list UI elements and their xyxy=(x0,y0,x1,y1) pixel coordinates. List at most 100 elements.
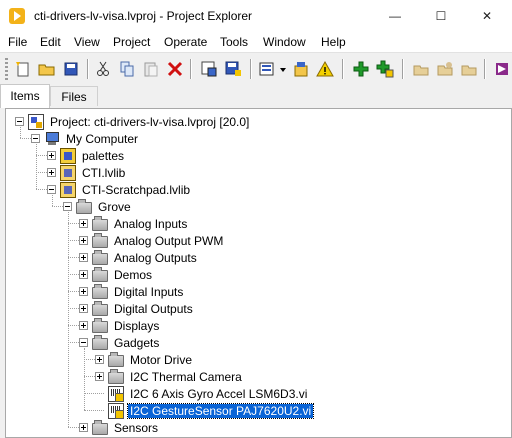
menu-tools[interactable]: Tools xyxy=(220,35,248,49)
toolbar-grip[interactable] xyxy=(5,58,8,80)
save-all-icon[interactable] xyxy=(62,60,80,78)
tree-item[interactable]: palettes xyxy=(60,147,126,164)
project-tree[interactable]: Project: cti-drivers-lv-visa.lvproj [20.… xyxy=(5,108,512,438)
tree-item[interactable]: My Computer xyxy=(44,130,140,147)
tree-item[interactable]: CTI.lvlib xyxy=(60,164,127,181)
toolbar-separator xyxy=(250,59,252,79)
menu-bar: File Edit View Project Operate Tools Win… xyxy=(0,32,512,52)
tree-item[interactable]: I2C GestureSensor PAJ7620U2.vi xyxy=(108,402,315,419)
menu-view[interactable]: View xyxy=(74,35,100,49)
collapse-icon[interactable] xyxy=(15,117,24,126)
tree-connector xyxy=(68,291,79,292)
expand-icon[interactable] xyxy=(79,321,88,330)
paste-icon[interactable] xyxy=(142,60,160,78)
tree-item[interactable]: Demos xyxy=(92,266,154,283)
tree-connector xyxy=(36,189,47,190)
tab-items[interactable]: Items xyxy=(0,84,50,108)
menu-operate[interactable]: Operate xyxy=(164,35,207,49)
build-icon[interactable] xyxy=(200,60,218,78)
collapse-icon[interactable] xyxy=(47,185,56,194)
tree-connector xyxy=(84,393,104,394)
folder-icon xyxy=(76,199,92,214)
folder-icon xyxy=(92,216,108,231)
tree-item[interactable]: I2C Thermal Camera xyxy=(108,368,244,385)
folder-action2-icon[interactable] xyxy=(436,60,454,78)
expand-icon[interactable] xyxy=(79,236,88,245)
tree-item[interactable]: Project: cti-drivers-lv-visa.lvproj [20.… xyxy=(28,113,251,130)
expand-icon[interactable] xyxy=(79,219,88,228)
add-item-icon[interactable] xyxy=(376,60,394,78)
tree-item[interactable]: Displays xyxy=(92,317,161,334)
palette-icon xyxy=(60,147,76,164)
delete-icon[interactable] xyxy=(166,60,184,78)
collapse-icon[interactable] xyxy=(31,134,40,143)
expand-icon[interactable] xyxy=(47,151,56,160)
folder-icon xyxy=(92,301,108,316)
menu-help[interactable]: Help xyxy=(321,35,346,49)
tree-item-label: Motor Drive xyxy=(130,352,193,367)
tree-item[interactable]: CTI-Scratchpad.lvlib xyxy=(60,181,192,198)
tree-connector xyxy=(36,144,37,189)
folder-icon xyxy=(92,250,108,265)
tree-item[interactable]: Analog Output PWM xyxy=(92,232,225,249)
collapse-icon[interactable] xyxy=(63,202,72,211)
toolbar-separator xyxy=(342,59,344,79)
expand-icon[interactable] xyxy=(95,372,104,381)
tree-connector xyxy=(84,348,85,410)
minimize-button[interactable]: — xyxy=(372,0,418,32)
maximize-button[interactable]: ☐ xyxy=(418,0,464,32)
tree-item[interactable]: Digital Inputs xyxy=(92,283,185,300)
cut-icon[interactable] xyxy=(94,60,112,78)
resolve-icon[interactable] xyxy=(292,60,310,78)
tree-item[interactable]: Grove xyxy=(76,198,133,215)
expand-icon[interactable] xyxy=(79,423,88,432)
tree-item[interactable]: Digital Outputs xyxy=(92,300,195,317)
tree-connector xyxy=(84,359,95,360)
tree-item-label: CTI.lvlib xyxy=(82,165,126,180)
folder-action3-icon[interactable] xyxy=(460,60,478,78)
expand-icon[interactable] xyxy=(95,355,104,364)
menu-window[interactable]: Window xyxy=(263,35,306,49)
menu-edit[interactable]: Edit xyxy=(40,35,61,49)
expand-icon[interactable] xyxy=(79,270,88,279)
warning-icon[interactable] xyxy=(316,60,334,78)
dropdown-icon[interactable] xyxy=(278,60,288,78)
save-icon[interactable] xyxy=(224,60,242,78)
tree-item[interactable]: Sensors xyxy=(92,419,160,436)
open-icon[interactable] xyxy=(38,60,56,78)
tree-connector xyxy=(52,206,63,207)
expand-icon[interactable] xyxy=(79,287,88,296)
close-button[interactable]: ✕ xyxy=(464,0,510,32)
project-tool-icon[interactable] xyxy=(494,60,510,78)
folder-icon xyxy=(92,267,108,282)
minimize-icon: — xyxy=(389,9,401,23)
toolbar xyxy=(0,52,512,84)
folder-action-icon[interactable] xyxy=(412,60,430,78)
copy-icon[interactable] xyxy=(118,60,136,78)
tree-item-label: Displays xyxy=(114,318,160,333)
expand-icon[interactable] xyxy=(79,253,88,262)
tree-item-label: Analog Outputs xyxy=(114,250,197,265)
tree-item[interactable]: Motor Drive xyxy=(108,351,194,368)
window-title: cti-drivers-lv-visa.lvproj - Project Exp… xyxy=(34,9,253,23)
add-icon[interactable] xyxy=(352,60,370,78)
tree-item-label: I2C Thermal Camera xyxy=(130,369,242,384)
computer-icon xyxy=(44,131,60,147)
tree-item[interactable]: Gadgets xyxy=(92,334,161,351)
tree-connector xyxy=(36,172,47,173)
menu-file[interactable]: File xyxy=(8,35,27,49)
tab-files[interactable]: Files xyxy=(50,86,98,106)
view-icon[interactable] xyxy=(258,60,276,78)
tree-item[interactable]: I2C 6 Axis Gyro Accel LSM6D3.vi xyxy=(108,385,309,402)
collapse-icon[interactable] xyxy=(79,338,88,347)
expand-icon[interactable] xyxy=(47,168,56,177)
view-tabs: Items Files xyxy=(0,84,512,108)
tree-item[interactable]: Analog Inputs xyxy=(92,215,189,232)
new-icon[interactable] xyxy=(14,60,32,78)
tree-item-label: CTI-Scratchpad.lvlib xyxy=(82,182,191,197)
menu-project[interactable]: Project xyxy=(113,35,150,49)
tree-connector xyxy=(68,274,79,275)
tree-item[interactable]: Analog Outputs xyxy=(92,249,199,266)
expand-icon[interactable] xyxy=(79,304,88,313)
tree-item-label: Digital Outputs xyxy=(114,301,193,316)
